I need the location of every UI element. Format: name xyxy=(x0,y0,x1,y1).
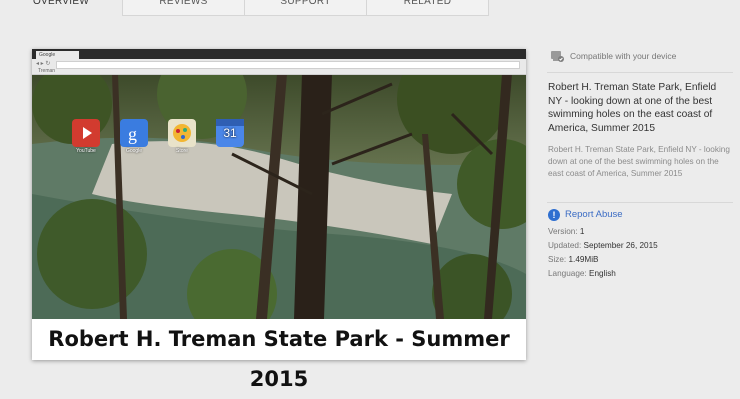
version-value: 1 xyxy=(579,227,585,236)
extension-title: Robert H. Treman State Park, Enfield NY … xyxy=(548,82,717,134)
browser-tabbar: Google xyxy=(32,49,526,59)
updated-label: Updated: xyxy=(548,241,582,250)
tab-reviews[interactable]: REVIEWS xyxy=(123,0,245,16)
updated-value: September 26, 2015 xyxy=(583,241,658,250)
tab-overview[interactable]: OVERVIEW xyxy=(0,0,123,16)
divider xyxy=(547,202,733,203)
tab-related[interactable]: RELATED xyxy=(367,0,489,16)
nav-arrows-icon: ◂ ▸ ↻ xyxy=(36,61,51,67)
app-label-google: Google xyxy=(125,148,143,154)
compatible-text: Compatible with your device xyxy=(570,51,677,61)
size-value: 1.49MiB xyxy=(568,255,599,264)
calendar-day-label: 31 xyxy=(223,126,237,140)
bookmark-item: Treman xyxy=(38,68,56,74)
extension-description: Robert H. Treman State Park, Enfield NY … xyxy=(548,145,730,178)
language-value: English xyxy=(588,269,616,278)
divider xyxy=(547,72,733,73)
size-row: Size: 1.49MiB xyxy=(548,255,599,264)
browser-chrome: Google ◂ ▸ ↻ Treman xyxy=(32,49,526,75)
updated-row: Updated: September 26, 2015 xyxy=(548,241,658,250)
info-icon: ! xyxy=(548,209,560,221)
size-label: Size: xyxy=(548,255,567,264)
theme-caption: Robert H. Treman State Park - Summer 201… xyxy=(32,319,526,391)
browser-tab: Google xyxy=(36,51,79,59)
preview-screenshot: Google ◂ ▸ ↻ Treman YouTube g Google Sto… xyxy=(32,49,526,319)
chrome-web-store-icon xyxy=(168,119,196,147)
language-label: Language: xyxy=(548,269,587,278)
version-row: Version: 1 xyxy=(548,227,584,236)
svg-text:g: g xyxy=(128,124,137,144)
app-label-store: Store xyxy=(176,148,188,154)
report-abuse-link[interactable]: Report Abuse xyxy=(565,209,623,220)
version-label: Version: xyxy=(548,227,578,236)
tab-related-label: RELATED xyxy=(403,0,452,7)
tab-support-label: SUPPORT xyxy=(280,0,331,7)
forest-background-image xyxy=(32,49,526,319)
youtube-icon xyxy=(72,119,100,147)
forest-scene xyxy=(32,49,526,319)
detail-tabs: OVERVIEW REVIEWS SUPPORT RELATED xyxy=(0,0,740,17)
language-row: Language: English xyxy=(548,269,616,278)
google-search-icon: g xyxy=(120,119,148,147)
tab-reviews-label: REVIEWS xyxy=(159,0,208,7)
address-bar xyxy=(56,61,520,69)
tab-support[interactable]: SUPPORT xyxy=(245,0,367,16)
theme-preview[interactable]: Google ◂ ▸ ↻ Treman YouTube g Google Sto… xyxy=(32,49,526,391)
app-label-youtube: YouTube xyxy=(76,148,96,154)
compatible-device-icon xyxy=(551,51,564,62)
tab-overview-label: OVERVIEW xyxy=(32,0,90,7)
